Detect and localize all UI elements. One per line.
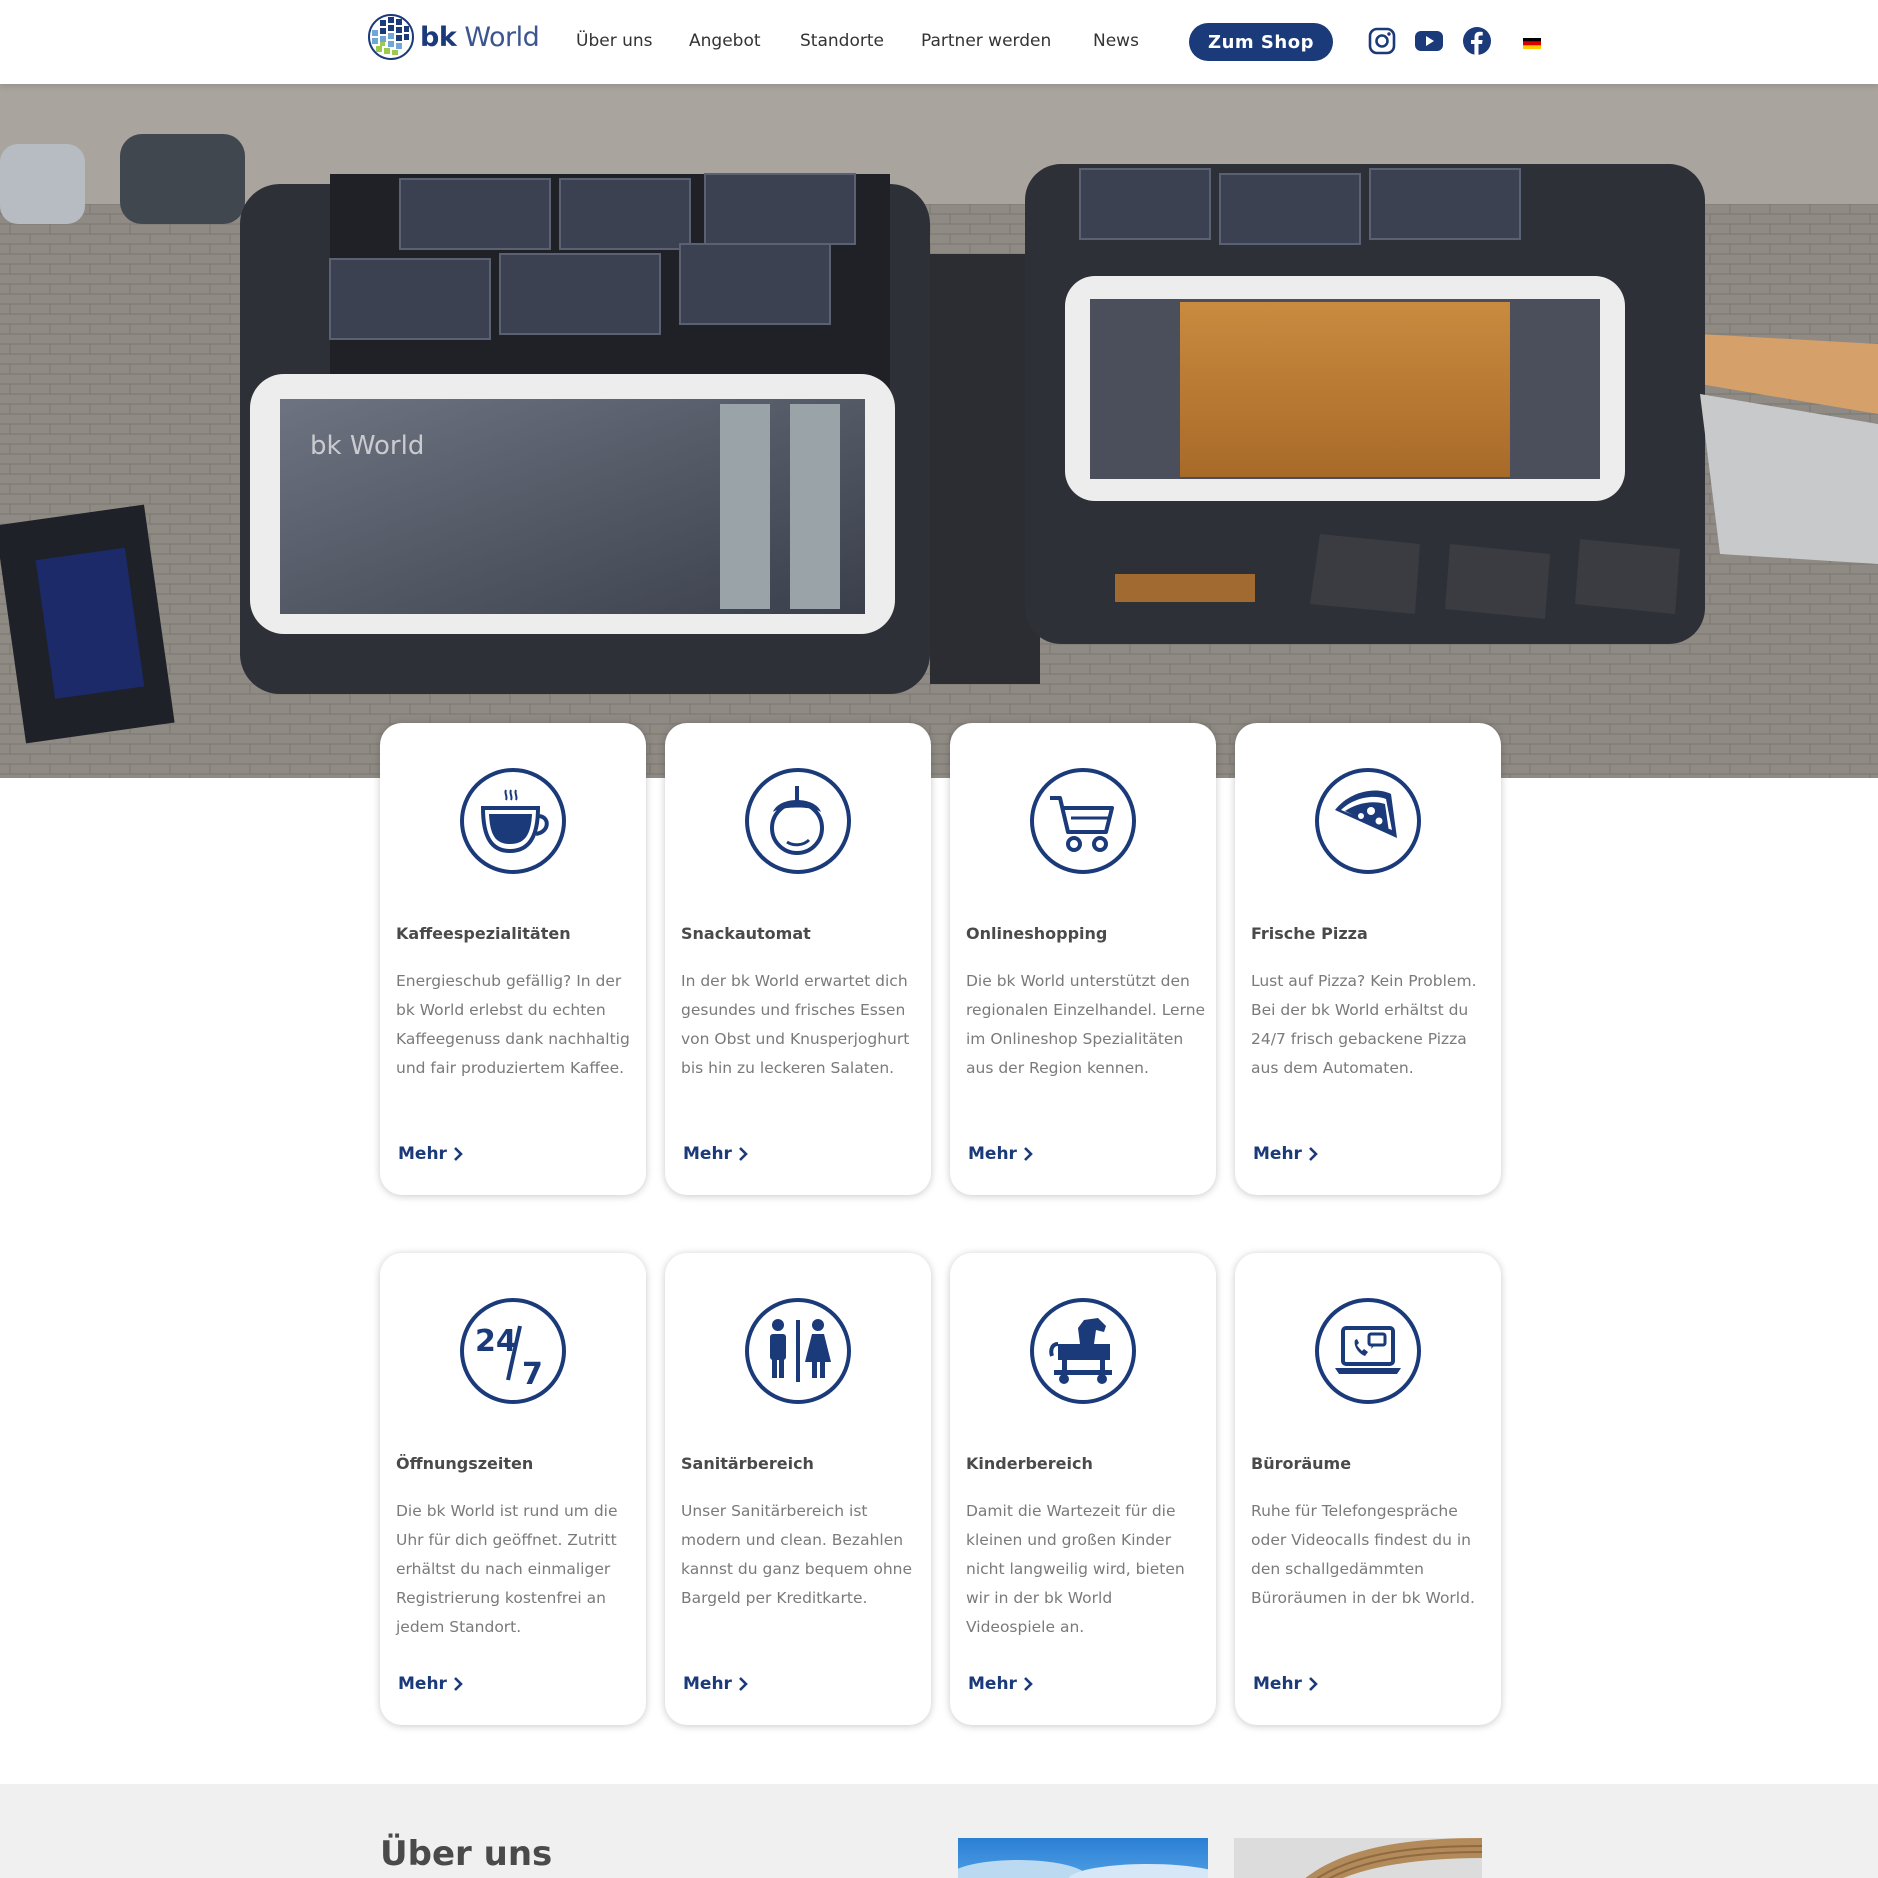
card-frische-pizza: Frische Pizza Lust auf Pizza? Kein Probl… xyxy=(1235,723,1501,1195)
24-7-icon: 24 7 xyxy=(460,1298,566,1404)
coffee-cup-icon xyxy=(460,768,566,874)
card-description: In der bk World erwartet dich gesundes u… xyxy=(681,972,910,1077)
restroom-icon xyxy=(745,1298,851,1404)
card-sanitaerbereich: Sanitärbereich Unser Sanitärbereich ist … xyxy=(665,1253,931,1725)
about-section: Über uns xyxy=(0,1784,1878,1878)
card-more-link[interactable]: Mehr xyxy=(683,1674,748,1694)
card-kinderbereich: Kinderbereich Damit die Wartezeit für di… xyxy=(950,1253,1216,1725)
shopping-cart-icon xyxy=(1030,768,1136,874)
fruit-icon xyxy=(745,768,851,874)
card-more-link[interactable]: Mehr xyxy=(1253,1144,1318,1164)
card-kaffeespezialitaeten: Kaffeespezialitäten Energieschub gefälli… xyxy=(380,723,646,1195)
about-image-ceiling xyxy=(1234,1838,1482,1878)
card-more-link[interactable]: Mehr xyxy=(683,1144,748,1164)
chevron-right-icon xyxy=(1024,1677,1033,1691)
pizza-icon xyxy=(1315,768,1421,874)
chevron-right-icon xyxy=(739,1677,748,1691)
card-description: Energieschub gefällig? In der bk World e… xyxy=(396,972,630,1077)
chevron-right-icon xyxy=(739,1147,748,1161)
card-title: Kaffeespezialitäten xyxy=(396,924,571,943)
nav-partner-werden[interactable]: Partner werden xyxy=(921,31,1051,51)
card-description: Damit die Wartezeit für die kleinen und … xyxy=(966,1502,1185,1636)
card-more-link[interactable]: Mehr xyxy=(968,1674,1033,1694)
card-title: Büroräume xyxy=(1251,1454,1352,1473)
laptop-call-icon xyxy=(1315,1298,1421,1404)
about-title: Über uns xyxy=(380,1834,553,1874)
youtube-icon[interactable] xyxy=(1414,26,1444,56)
chevron-right-icon xyxy=(1309,1677,1318,1691)
card-snackautomat: Snackautomat In der bk World erwartet di… xyxy=(665,723,931,1195)
card-title: Öffnungszeiten xyxy=(396,1454,534,1473)
logo-wordmark: bk World xyxy=(420,21,540,53)
card-title: Onlineshopping xyxy=(966,924,1108,943)
hero-sign-text: bk World xyxy=(310,431,424,461)
german-flag-icon[interactable] xyxy=(1523,38,1541,49)
about-image-sky xyxy=(948,1838,1228,1878)
card-description: Die bk World ist rund um die Uhr für dic… xyxy=(396,1502,618,1636)
nav-standorte[interactable]: Standorte xyxy=(800,31,884,51)
site-header: bk World Über uns Angebot Standorte Part… xyxy=(0,0,1878,84)
card-more-link[interactable]: Mehr xyxy=(968,1144,1033,1164)
card-bueroraeume: Büroräume Ruhe für Telefongespräche oder… xyxy=(1235,1253,1501,1725)
chevron-right-icon xyxy=(454,1147,463,1161)
chevron-right-icon xyxy=(454,1677,463,1691)
facebook-icon[interactable] xyxy=(1462,26,1492,56)
nav-news[interactable]: News xyxy=(1093,31,1139,51)
card-description: Unser Sanitärbereich ist modern und clea… xyxy=(681,1502,913,1607)
nav-ueber-uns[interactable]: Über uns xyxy=(576,31,653,51)
globe-logo-icon xyxy=(368,14,414,60)
card-title: Snackautomat xyxy=(681,924,811,943)
card-more-link[interactable]: Mehr xyxy=(398,1144,463,1164)
chevron-right-icon xyxy=(1309,1147,1318,1161)
card-oeffnungszeiten: 24 7 Öffnungszeiten Die bk World ist run… xyxy=(380,1253,646,1725)
rocking-horse-icon xyxy=(1030,1298,1136,1404)
hero-image: bk World xyxy=(0,84,1878,778)
card-description: Lust auf Pizza? Kein Problem. Bei der bk… xyxy=(1251,972,1477,1077)
instagram-icon[interactable] xyxy=(1367,26,1397,56)
shop-button[interactable]: Zum Shop xyxy=(1189,23,1333,61)
card-description: Ruhe für Telefongespräche oder Videocall… xyxy=(1251,1502,1475,1607)
card-description: Die bk World unterstützt den regionalen … xyxy=(966,972,1206,1077)
card-onlineshopping: Onlineshopping Die bk World unterstützt … xyxy=(950,723,1216,1195)
logo[interactable]: bk World xyxy=(366,12,540,62)
card-more-link[interactable]: Mehr xyxy=(398,1674,463,1694)
hours-label: 24 xyxy=(475,1324,517,1359)
card-title: Sanitärbereich xyxy=(681,1454,814,1473)
card-more-link[interactable]: Mehr xyxy=(1253,1674,1318,1694)
card-title: Kinderbereich xyxy=(966,1454,1093,1473)
chevron-right-icon xyxy=(1024,1147,1033,1161)
nav-angebot[interactable]: Angebot xyxy=(689,31,761,51)
days-label: 7 xyxy=(522,1357,543,1392)
card-title: Frische Pizza xyxy=(1251,924,1368,943)
